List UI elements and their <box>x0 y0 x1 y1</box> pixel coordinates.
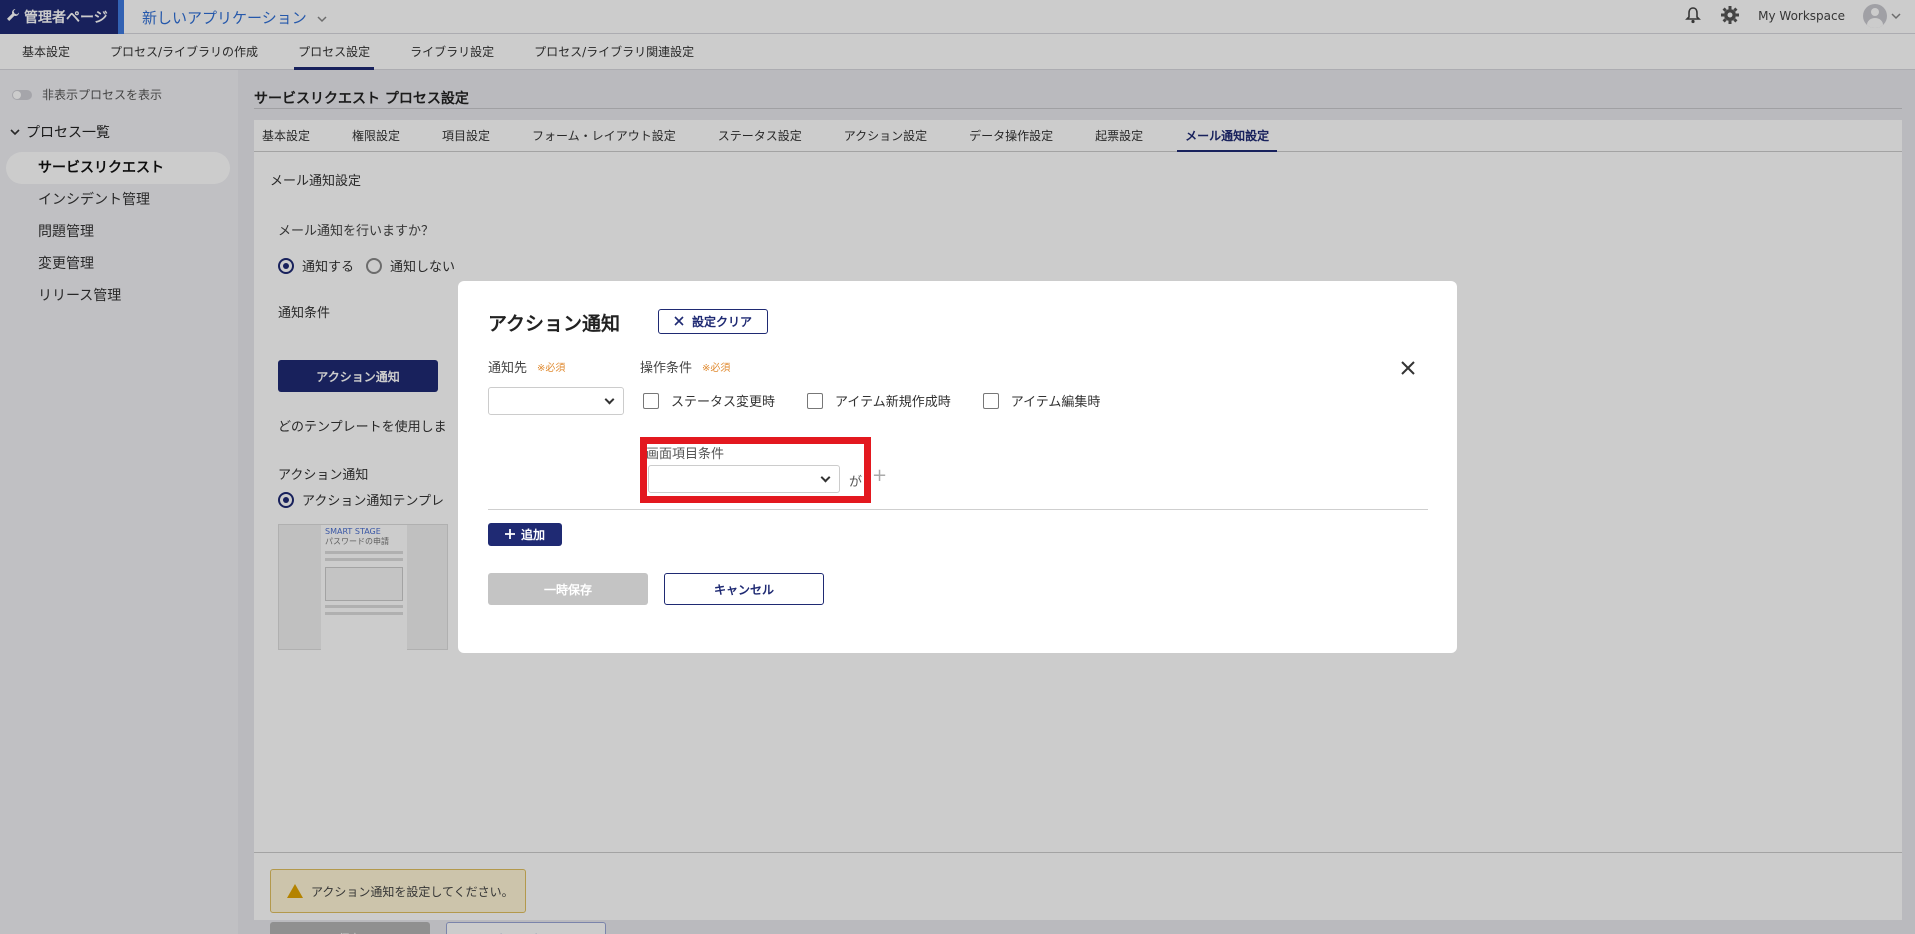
modal-divider <box>488 509 1428 510</box>
checkbox[interactable] <box>982 392 999 409</box>
modal-cancel-button[interactable]: キャンセル <box>664 573 824 605</box>
recipient-label-group: 通知先 ※必須 <box>488 357 565 376</box>
chevron-down-icon <box>604 394 615 405</box>
operation-label-group: 操作条件 ※必須 <box>640 357 730 376</box>
operation-checkboxes: ステータス変更時 アイテム新規作成時 アイテム編集時 <box>643 391 1100 410</box>
checkbox-item-edit[interactable]: アイテム編集時 <box>982 391 1101 410</box>
modal-title: アクション通知 <box>488 313 621 335</box>
add-button[interactable]: 追加 <box>488 523 562 546</box>
operation-label: 操作条件 <box>640 361 693 376</box>
checkbox-label: アイテム編集時 <box>1010 395 1101 410</box>
plus-icon <box>504 528 515 542</box>
close-icon <box>674 315 684 329</box>
highlight-box <box>640 437 871 503</box>
recipient-label: 通知先 <box>488 361 528 376</box>
checkbox[interactable] <box>807 392 824 409</box>
add-label: 追加 <box>520 528 545 542</box>
checkbox-status-change[interactable]: ステータス変更時 <box>643 391 775 410</box>
required-mark: ※必須 <box>702 363 731 374</box>
clear-settings-label: 設定クリア <box>691 315 752 329</box>
action-notification-modal: アクション通知 設定クリア 通知先 ※必須 操作条件 ※必須 ステータス変更時 … <box>458 281 1457 653</box>
plus-icon[interactable]: + <box>872 465 887 486</box>
checkbox-item-create[interactable]: アイテム新規作成時 <box>807 391 951 410</box>
checkbox[interactable] <box>643 392 659 409</box>
required-mark: ※必須 <box>537 363 566 374</box>
checkbox-label: アイテム新規作成時 <box>835 395 951 410</box>
checkbox-label: ステータス変更時 <box>671 395 776 410</box>
temp-save-button[interactable]: 一時保存 <box>488 573 648 605</box>
close-icon[interactable] <box>1400 359 1416 381</box>
clear-settings-button[interactable]: 設定クリア <box>658 309 768 334</box>
recipient-select[interactable] <box>488 387 624 415</box>
